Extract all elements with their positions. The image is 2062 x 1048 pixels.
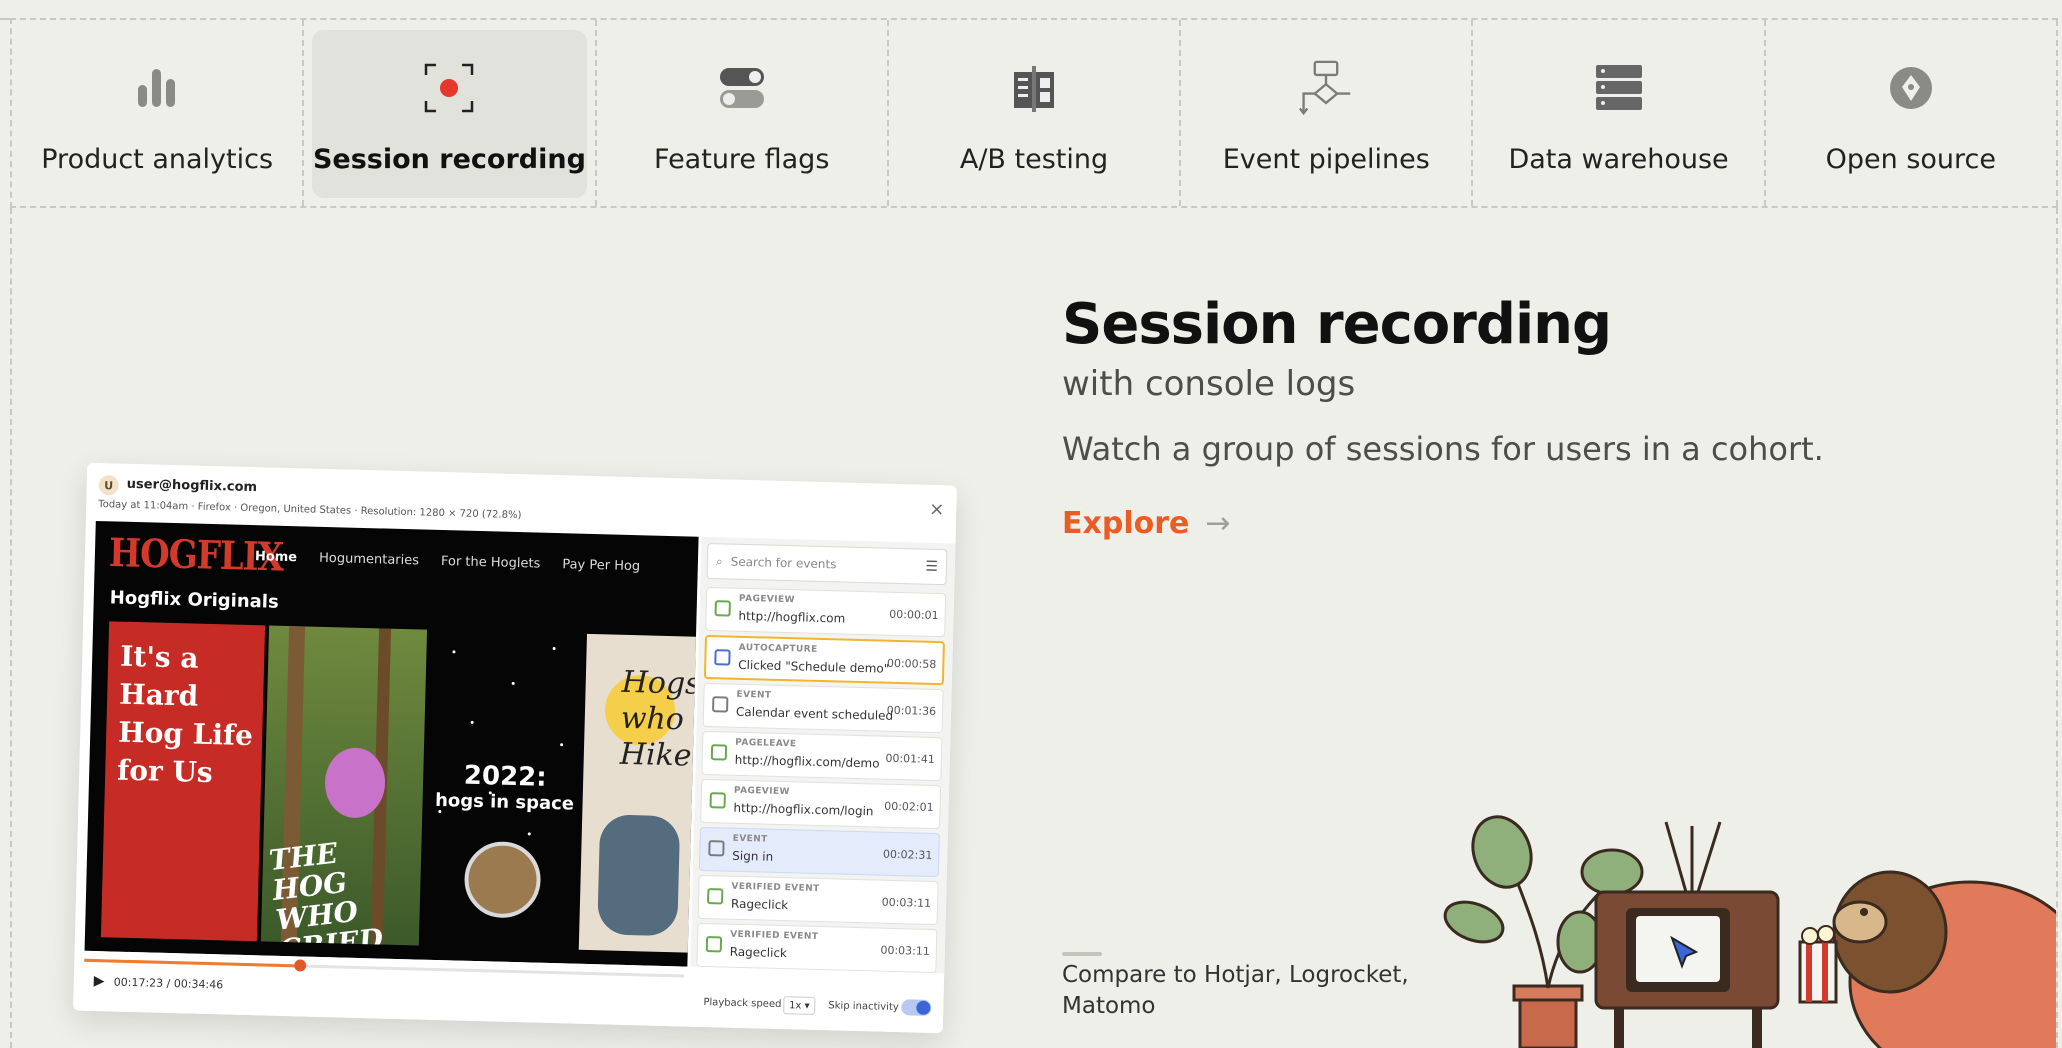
hero-title: Session recording bbox=[1062, 292, 1612, 357]
tab-label: Event pipelines bbox=[1222, 144, 1430, 175]
tab-label: Session recording bbox=[312, 144, 586, 175]
nav-item: Hogumentaries bbox=[318, 550, 420, 569]
verified-event-icon bbox=[705, 936, 723, 953]
database-icon bbox=[1591, 60, 1647, 116]
nav-item: Pay Per Hog bbox=[562, 557, 641, 575]
events-panel: ⌕ Search for events ☰ PAGEVIEW http://ho… bbox=[690, 536, 956, 974]
avatar: U bbox=[98, 475, 119, 496]
pageview-icon bbox=[714, 600, 731, 617]
skip-inactivity-label: Skip inactivity bbox=[828, 1000, 899, 1014]
event-icon bbox=[712, 696, 729, 713]
pen-nib-icon bbox=[1883, 60, 1939, 116]
poster-hogs-in-space: 2022: hogs in space bbox=[424, 629, 584, 950]
arrow-right-icon: → bbox=[1205, 506, 1231, 541]
event-item[interactable]: AUTOCAPTURE Clicked "Schedule demo" 00:0… bbox=[703, 634, 945, 686]
event-icon bbox=[708, 840, 725, 857]
event-search[interactable]: ⌕ Search for events ☰ bbox=[706, 542, 948, 586]
play-icon[interactable]: ▶ bbox=[94, 973, 105, 989]
event-item[interactable]: PAGEVIEW http://hogflix.com/login 00:02:… bbox=[700, 778, 942, 830]
playback-speed-select[interactable]: 1x ▾ bbox=[783, 996, 816, 1015]
section-title: Hogflix Originals bbox=[109, 587, 279, 613]
tab-product-analytics[interactable]: Product analytics bbox=[12, 20, 305, 206]
explore-link[interactable]: Explore → bbox=[1062, 506, 1231, 541]
tab-ab-testing[interactable]: A/B testing bbox=[889, 20, 1182, 206]
event-item[interactable]: EVENT Sign in 00:02:31 bbox=[698, 826, 940, 878]
poster-title: THE HOG WHO CRIED WOLF bbox=[267, 836, 385, 946]
tab-label: Data warehouse bbox=[1508, 144, 1729, 175]
pipeline-icon bbox=[1298, 60, 1354, 116]
product-tabs: Product analytics Session recording Feat… bbox=[10, 18, 2058, 208]
event-item[interactable]: PAGELEAVE http://hogflix.com/demo 00:01:… bbox=[701, 730, 943, 782]
filter-icon[interactable]: ☰ bbox=[925, 559, 938, 575]
session-meta: Today at 11:04am · Firefox · Oregon, Uni… bbox=[98, 499, 522, 522]
hero-description: Watch a group of sessions for users in a… bbox=[1062, 430, 1824, 468]
recording-viewport[interactable]: HOGFLIX Home Hogumentaries For the Hogle… bbox=[84, 520, 699, 967]
close-icon[interactable]: × bbox=[929, 499, 945, 520]
hero-subtitle: with console logs bbox=[1062, 364, 1356, 404]
poster-hard-hog-life: It's a Hard Hog Life for Us bbox=[100, 621, 266, 942]
playback-speed-label: Playback speed bbox=[703, 997, 782, 1011]
seek-progress bbox=[84, 958, 301, 968]
timecode: 00:17:23 / 00:34:46 bbox=[113, 975, 224, 992]
user-email: user@hogflix.com bbox=[126, 476, 258, 496]
event-item[interactable]: EVENT Calendar event scheduled 00:01:36 bbox=[702, 682, 944, 734]
explore-label: Explore bbox=[1062, 506, 1190, 541]
event-item[interactable]: VERIFIED EVENT Rageclick 00:03:11 bbox=[696, 922, 938, 974]
compare-link[interactable]: Compare to Hotjar, Logrocket, Matomo bbox=[1062, 960, 1422, 1022]
tab-label: Product analytics bbox=[41, 144, 274, 175]
toggle-icon bbox=[714, 60, 770, 116]
hogflix-nav: Home Hogumentaries For the Hoglets Pay P… bbox=[255, 549, 641, 574]
poster-subtitle: hogs in space bbox=[434, 789, 575, 815]
bar-chart-icon bbox=[129, 60, 185, 116]
nav-item: Home bbox=[254, 549, 298, 566]
tab-session-recording[interactable]: Session recording bbox=[304, 20, 597, 206]
record-icon bbox=[421, 60, 477, 116]
tab-label: Feature flags bbox=[654, 144, 830, 175]
event-item[interactable]: VERIFIED EVENT Rageclick 00:03:11 bbox=[697, 874, 939, 926]
poster-title: It's a Hard Hog Life for Us bbox=[116, 639, 254, 790]
seek-handle[interactable] bbox=[294, 959, 307, 972]
search-placeholder: Search for events bbox=[730, 554, 837, 572]
poster-hog-cried-wolf: THE HOG WHO CRIED WOLF bbox=[260, 625, 428, 946]
event-item[interactable]: PAGEVIEW http://hogflix.com 00:00:01 bbox=[705, 586, 947, 638]
tab-open-source[interactable]: Open source bbox=[1766, 20, 2058, 206]
tab-feature-flags[interactable]: Feature flags bbox=[597, 20, 889, 206]
tab-label: A/B testing bbox=[959, 144, 1109, 175]
poster-title: Hogs who Hike bbox=[619, 664, 697, 774]
skip-inactivity-toggle[interactable] bbox=[901, 999, 932, 1016]
divider bbox=[1062, 952, 1102, 956]
poster-title: 2022: bbox=[463, 760, 547, 793]
hedgehog-tv-illustration bbox=[1430, 812, 2056, 1048]
pageleave-icon bbox=[710, 744, 728, 761]
autocapture-icon bbox=[714, 649, 731, 666]
poster-hogs-who-hike: Hogs who Hike bbox=[578, 633, 697, 953]
split-test-icon bbox=[1006, 60, 1062, 116]
tab-data-warehouse[interactable]: Data warehouse bbox=[1473, 20, 1766, 206]
tab-event-pipelines[interactable]: Event pipelines bbox=[1181, 20, 1474, 206]
verified-event-icon bbox=[706, 888, 724, 905]
nav-item: For the Hoglets bbox=[440, 554, 541, 572]
session-player-card: U user@hogflix.com Today at 11:04am · Fi… bbox=[72, 462, 958, 1034]
search-icon: ⌕ bbox=[715, 553, 723, 568]
pageview-icon bbox=[709, 792, 726, 809]
tab-label: Open source bbox=[1825, 144, 1996, 175]
